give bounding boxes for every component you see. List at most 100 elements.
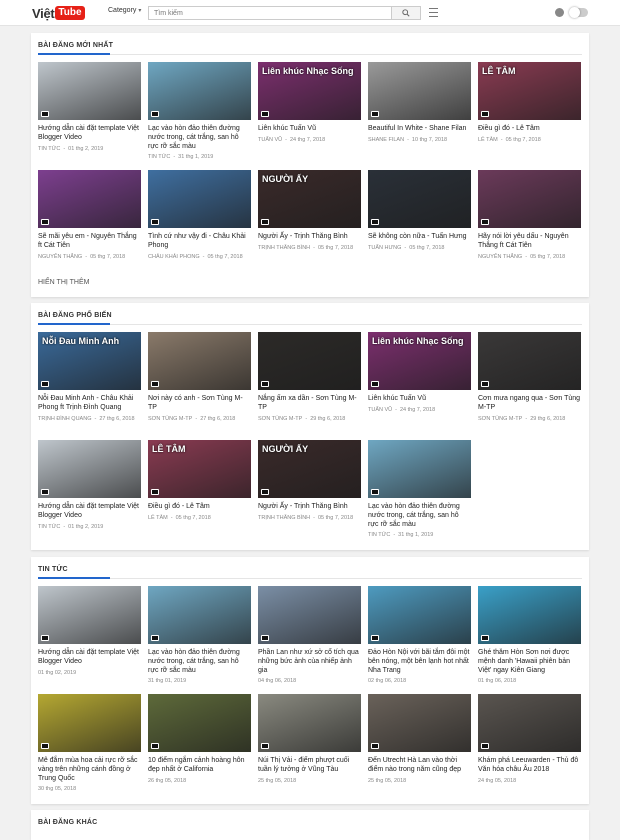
video-card[interactable]: Hãy nói lời yêu dấu - Nguyên Thắng ft Cá… — [478, 170, 581, 261]
video-title[interactable]: Người Ấy - Trịnh Thăng Bình — [258, 503, 361, 512]
video-card[interactable]: Hướng dẫn cài đặt template Việt Blogger … — [38, 440, 141, 531]
video-card[interactable]: Nỗi Đau Minh Anh Nỗi Đau Minh Anh - Châu … — [38, 332, 141, 423]
video-thumbnail[interactable]: LÊ TÂM — [148, 440, 251, 498]
video-title[interactable]: Núi Thị Vải - điểm phượt cuối tuần lý tư… — [258, 757, 361, 775]
video-thumbnail[interactable] — [148, 332, 251, 390]
video-title[interactable]: Lạc vào hòn đảo thiên đường nước trong, … — [148, 125, 251, 151]
video-title[interactable]: Sẽ không còn nữa - Tuấn Hưng — [368, 233, 471, 242]
video-author[interactable]: NGUYỄN THẮNG — [38, 254, 82, 260]
video-title[interactable]: Khám phá Leeuwarden - Thủ đô Văn hóa châ… — [478, 757, 581, 775]
video-author[interactable]: SƠN TÙNG M-TP — [148, 416, 192, 422]
video-author[interactable]: TRỊNH THĂNG BÌNH — [258, 245, 310, 251]
video-title[interactable]: Sẽ mãi yêu em - Nguyên Thắng ft Cát Tiên — [38, 233, 141, 251]
video-author[interactable]: TRỊNH ĐÌNH QUANG — [38, 416, 91, 422]
video-title[interactable]: Ghé thăm Hòn Sơn nơi được mệnh danh 'Haw… — [478, 649, 581, 675]
video-thumbnail[interactable] — [368, 586, 471, 644]
video-card[interactable]: Beautiful In White - Shane Filan SHANE FI… — [368, 62, 471, 144]
video-author[interactable]: TIN TỨC — [368, 532, 390, 538]
video-thumbnail[interactable] — [148, 694, 251, 752]
video-title[interactable]: Cơn mưa ngang qua - Sơn Tùng M-TP — [478, 395, 581, 413]
video-thumbnail[interactable] — [478, 694, 581, 752]
video-card[interactable]: Nắng ấm xa dần - Sơn Tùng M-TP SƠN TÙNG M… — [258, 332, 361, 423]
site-logo[interactable]: Việt Tube — [32, 4, 85, 22]
video-thumbnail[interactable] — [148, 170, 251, 228]
video-card[interactable]: Hướng dẫn cài đặt template Việt Blogger … — [38, 586, 141, 677]
video-card[interactable]: Hướng dẫn cài đặt template Việt Blogger … — [38, 62, 141, 153]
video-author[interactable]: SƠN TÙNG M-TP — [478, 416, 522, 422]
video-title[interactable]: Người Ấy - Trịnh Thăng Bình — [258, 233, 361, 242]
video-card[interactable]: Phần Lan như xứ sở cổ tích qua những bức… — [258, 586, 361, 685]
video-title[interactable]: Nắng ấm xa dần - Sơn Tùng M-TP — [258, 395, 361, 413]
video-title[interactable]: Phần Lan như xứ sở cổ tích qua những bức… — [258, 649, 361, 675]
menu-icon[interactable] — [429, 8, 438, 17]
video-thumbnail[interactable] — [38, 62, 141, 120]
video-thumbnail[interactable] — [148, 586, 251, 644]
video-card[interactable]: Ghé thăm Hòn Sơn nơi được mệnh danh 'Haw… — [478, 586, 581, 685]
video-thumbnail[interactable]: NGƯỜI ẤY — [258, 170, 361, 228]
video-title[interactable]: Điều gì đó - Lê Tâm — [148, 503, 251, 512]
video-card[interactable]: Liên khúc Nhạc Sống Liên khúc Tuấn Vũ TUẤN… — [258, 62, 361, 144]
video-card[interactable]: NGƯỜI ẤY Người Ấy - Trịnh Thăng Bình TRỊNH… — [258, 170, 361, 252]
video-card[interactable]: Tình cứ như vậy đi - Châu Khải Phong CHÂU… — [148, 170, 251, 261]
video-title[interactable]: Hướng dẫn cài đặt template Việt Blogger … — [38, 125, 141, 143]
video-thumbnail[interactable] — [478, 586, 581, 644]
video-title[interactable]: Điều gì đó - Lê Tâm — [478, 125, 581, 134]
video-title[interactable]: Lạc vào hòn đảo thiên đường nước trong, … — [148, 649, 251, 675]
video-card[interactable]: LÊ TÂM Điều gì đó - Lê Tâm LÊ TÂM -05 thg 7… — [148, 440, 251, 522]
video-card[interactable]: NGƯỜI ẤY Người Ấy - Trịnh Thăng Bình TRỊNH… — [258, 440, 361, 522]
video-card[interactable]: Sẽ mãi yêu em - Nguyên Thắng ft Cát Tiên… — [38, 170, 141, 261]
video-card[interactable]: Cơn mưa ngang qua - Sơn Tùng M-TP SƠN TÙN… — [478, 332, 581, 423]
search-button[interactable] — [392, 6, 421, 20]
video-card[interactable]: Mê đắm mùa hoa cải rực rỡ sắc vàng trên … — [38, 694, 141, 793]
video-card[interactable]: LÊ TÂM Điều gì đó - Lê Tâm LÊ TÂM -05 thg 7… — [478, 62, 581, 144]
video-thumbnail[interactable] — [478, 170, 581, 228]
video-title[interactable]: Đảo Hòn Nội với bãi tắm đôi một bên nóng… — [368, 649, 471, 675]
video-thumbnail[interactable] — [148, 62, 251, 120]
video-thumbnail[interactable] — [478, 332, 581, 390]
video-author[interactable]: TUẤN HƯNG — [368, 245, 401, 251]
video-thumbnail[interactable] — [38, 440, 141, 498]
video-thumbnail[interactable] — [258, 332, 361, 390]
video-title[interactable]: Hãy nói lời yêu dấu - Nguyên Thắng ft Cá… — [478, 233, 581, 251]
video-thumbnail[interactable] — [258, 694, 361, 752]
video-author[interactable]: LÊ TÂM — [148, 515, 168, 521]
video-title[interactable]: Hướng dẫn cài đặt template Việt Blogger … — [38, 503, 141, 521]
video-author[interactable]: TIN TỨC — [38, 146, 60, 152]
video-card[interactable]: Đến Utrecht Hà Lan vào thời điểm nào tro… — [368, 694, 471, 785]
video-card[interactable]: Đảo Hòn Nội với bãi tắm đôi một bên nóng… — [368, 586, 471, 685]
video-author[interactable]: TIN TỨC — [148, 154, 170, 160]
video-card[interactable]: Lạc vào hòn đảo thiên đường nước trong, … — [148, 586, 251, 685]
video-card[interactable]: Lạc vào hòn đảo thiên đường nước trong, … — [368, 440, 471, 539]
video-title[interactable]: Mê đắm mùa hoa cải rực rỡ sắc vàng trên … — [38, 757, 141, 783]
video-card[interactable]: Liên khúc Nhạc Sống Liên khúc Tuấn Vũ TUẤN… — [368, 332, 471, 414]
video-author[interactable]: NGUYỄN THẮNG — [478, 254, 522, 260]
show-more-link[interactable]: HIỂN THỊ THÊM — [38, 279, 89, 286]
video-author[interactable]: LÊ TÂM — [478, 137, 498, 143]
video-thumbnail[interactable] — [258, 586, 361, 644]
video-title[interactable]: Beautiful In White - Shane Filan — [368, 125, 471, 134]
video-title[interactable]: Hướng dẫn cài đặt template Việt Blogger … — [38, 649, 141, 667]
video-title[interactable]: Nỗi Đau Minh Anh - Châu Khải Phong ft Tr… — [38, 395, 141, 413]
video-author[interactable]: TIN TỨC — [38, 524, 60, 530]
toggle-icon[interactable] — [569, 7, 588, 18]
video-card[interactable]: Khám phá Leeuwarden - Thủ đô Văn hóa châ… — [478, 694, 581, 785]
video-title[interactable]: Đến Utrecht Hà Lan vào thời điểm nào tro… — [368, 757, 471, 775]
video-title[interactable]: 10 điểm ngắm cảnh hoàng hôn đẹp nhất ở C… — [148, 757, 251, 775]
video-thumbnail[interactable]: Liên khúc Nhạc Sống — [368, 332, 471, 390]
video-author[interactable]: SHANE FILAN — [368, 137, 404, 143]
video-thumbnail[interactable] — [38, 586, 141, 644]
video-thumbnail[interactable] — [368, 440, 471, 498]
video-card[interactable]: 10 điểm ngắm cảnh hoàng hôn đẹp nhất ở C… — [148, 694, 251, 785]
search-input[interactable]: Tìm kiếm — [148, 6, 392, 20]
video-author[interactable]: SƠN TÙNG M-TP — [258, 416, 302, 422]
category-dropdown[interactable]: Category ▾ — [108, 7, 141, 14]
video-title[interactable]: Lạc vào hòn đảo thiên đường nước trong, … — [368, 503, 471, 529]
video-thumbnail[interactable] — [368, 62, 471, 120]
video-title[interactable]: Nơi này có anh - Sơn Tùng M-TP — [148, 395, 251, 413]
video-card[interactable]: Sẽ không còn nữa - Tuấn Hưng TUẤN HƯNG -05… — [368, 170, 471, 252]
video-card[interactable]: Núi Thị Vải - điểm phượt cuối tuần lý tư… — [258, 694, 361, 785]
video-card[interactable]: Lạc vào hòn đảo thiên đường nước trong, … — [148, 62, 251, 161]
video-thumbnail[interactable] — [368, 170, 471, 228]
video-title[interactable]: Liên khúc Tuấn Vũ — [258, 125, 361, 134]
bell-icon[interactable] — [555, 8, 564, 17]
